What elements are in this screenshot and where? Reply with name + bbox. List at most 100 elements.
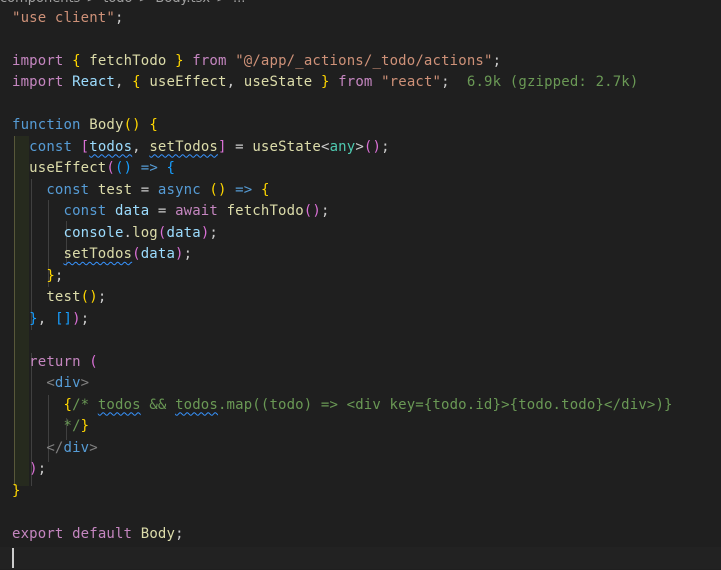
code-line[interactable]: const data = await fetchTodo();	[12, 201, 330, 223]
code-line[interactable]: return (	[12, 352, 98, 374]
code-line[interactable]: }	[12, 481, 21, 503]
code-line[interactable]: */}	[12, 416, 89, 438]
code-token: ,	[226, 74, 244, 90]
code-token: (	[106, 160, 115, 176]
code-editor[interactable]: components > todo > Body.tsx >... "use client…	[0, 0, 721, 570]
code-token: ,	[132, 138, 150, 155]
code-token: const	[46, 181, 90, 198]
code-token: {	[166, 160, 176, 176]
code-token: =	[226, 138, 253, 155]
code-token: >	[89, 439, 98, 456]
code-line[interactable]: const test = async () => {	[12, 180, 270, 202]
code-token: React	[72, 74, 115, 90]
code-token: ]	[217, 138, 227, 155]
code-token: div	[54, 375, 81, 391]
code-line[interactable]: import { fetchTodo } from "@/app/_action…	[12, 51, 501, 73]
code-token: .	[123, 224, 133, 241]
code-token: async	[157, 181, 201, 198]
code-token: todos	[175, 396, 218, 413]
breadcrumb-item[interactable]: components	[0, 0, 80, 6]
code-token: {	[149, 117, 158, 133]
code-token: data	[166, 224, 201, 241]
code-token: ;	[183, 246, 193, 262]
code-token: </	[46, 439, 64, 456]
code-token: ;	[175, 525, 184, 542]
code-token: }	[12, 482, 21, 499]
code-token: <	[320, 138, 330, 155]
code-token: .map((todo) => <div key={todo.id}>{todo.…	[217, 396, 673, 413]
code-line[interactable]: <div>	[12, 373, 89, 395]
code-token: ()	[123, 117, 141, 133]
code-token: >	[80, 375, 90, 391]
code-token: }	[175, 52, 184, 69]
code-token: ;	[441, 74, 467, 90]
code-line[interactable]: {/* todos && todos.map((todo) => <div ke…	[12, 395, 673, 417]
code-token: Body	[140, 525, 176, 542]
code-token: {	[63, 396, 73, 413]
breadcrumb-item[interactable]: Body.tsx	[155, 0, 210, 6]
code-token: )	[29, 461, 38, 477]
code-token: ;	[80, 310, 90, 327]
code-token: await	[175, 203, 218, 219]
code-token: from	[338, 74, 373, 90]
code-token: <	[46, 375, 55, 391]
code-line[interactable]: </div>	[12, 438, 98, 460]
code-token: data	[114, 203, 150, 219]
code-token: )	[175, 246, 184, 262]
code-token: =	[132, 181, 158, 198]
code-line[interactable]: console.log(data);	[12, 223, 218, 245]
code-token: test	[46, 289, 81, 305]
code-token: test	[97, 181, 133, 198]
code-token: &&	[140, 396, 176, 413]
code-line[interactable]: "use client";	[12, 8, 124, 30]
code-token: useState	[243, 74, 313, 90]
code-token: todos	[89, 138, 133, 155]
breadcrumb-item[interactable]: ...	[233, 0, 245, 6]
code-token: ()	[209, 181, 227, 198]
code-token: fetchTodo	[89, 52, 167, 69]
code-token: import	[12, 52, 64, 69]
code-token: ,	[37, 310, 55, 327]
breadcrumb-item[interactable]: todo	[103, 0, 132, 6]
breadcrumb-separator: >	[86, 0, 97, 6]
code-token: */	[63, 418, 81, 434]
code-token: ;	[97, 289, 107, 305]
code-token: from	[192, 52, 227, 69]
code-line[interactable]: useEffect(() => {	[12, 158, 175, 180]
code-line[interactable]: import React, { useEffect, useState } fr…	[12, 72, 638, 94]
code-token: return	[29, 353, 81, 370]
code-token: default	[72, 525, 133, 542]
code-token: const	[63, 203, 107, 219]
code-token: log	[132, 224, 158, 241]
code-line[interactable]: export default Body;	[12, 524, 184, 546]
code-line[interactable]: };	[12, 266, 64, 288]
code-token: }	[320, 74, 330, 90]
code-line[interactable]: test();	[12, 287, 106, 309]
code-line[interactable]: function Body() {	[12, 115, 158, 137]
code-token: 6.9k (gzipped: 2.7k)	[466, 74, 639, 90]
code-token: ;	[37, 461, 47, 477]
code-token: =>	[235, 181, 253, 198]
code-token: {	[132, 74, 141, 90]
code-line[interactable]: }, []);	[12, 309, 89, 331]
code-line[interactable]: setTodos(data);	[12, 244, 192, 266]
code-line[interactable]: );	[12, 459, 46, 481]
code-line[interactable]: const [todos, setTodos] = useState<any>(…	[12, 137, 390, 159]
